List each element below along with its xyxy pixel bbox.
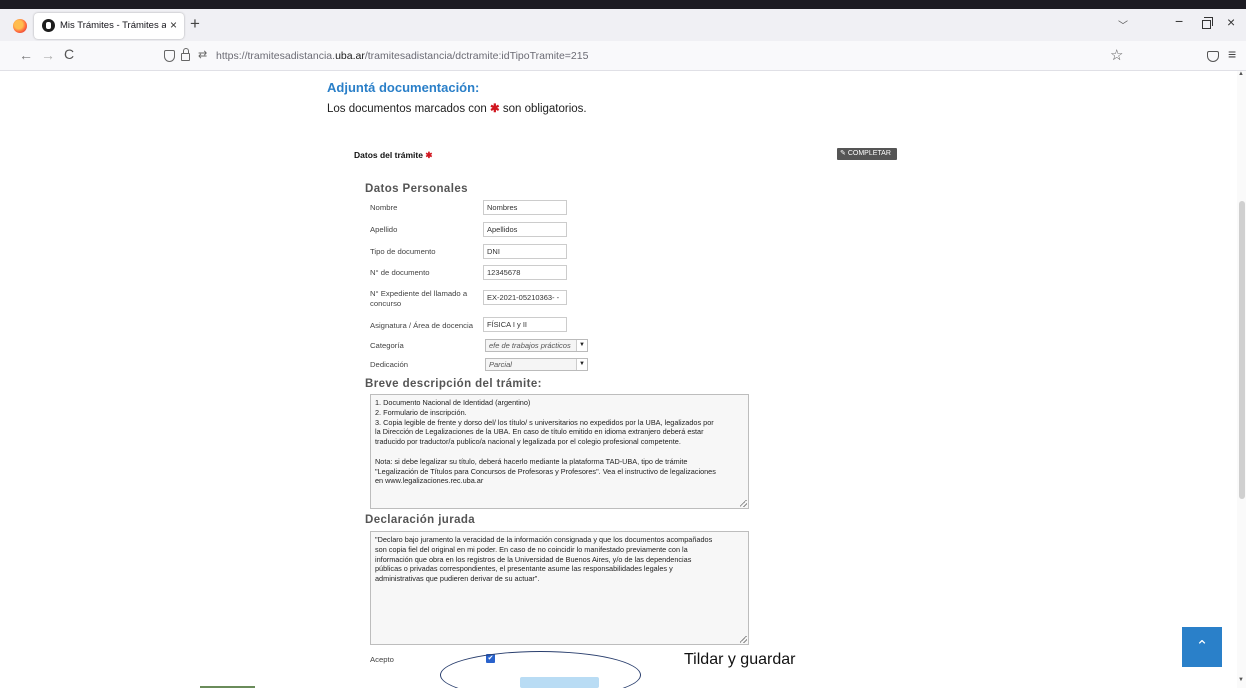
declaracion-line: administrativas que pudieren derivar de … <box>375 574 540 584</box>
restore-icon[interactable] <box>1202 17 1213 29</box>
nombre-field[interactable]: Nombres <box>483 200 567 215</box>
window-top-strip <box>0 0 1246 9</box>
expediente-field[interactable]: EX-2021-05210363- - <box>483 290 567 305</box>
acepto-label: Acepto <box>370 655 394 664</box>
numero-documento-field[interactable]: 12345678 <box>483 265 567 280</box>
completar-button[interactable]: ✎ COMPLETAR <box>837 148 897 160</box>
resize-grip-icon[interactable] <box>740 500 747 507</box>
nombre-label: Nombre <box>370 203 398 212</box>
tab-bar: Mis Trámites - Trámites a Distan × + ﹀ −… <box>0 9 1246 41</box>
url-path: /tramitesadistancia/dctramite:idTipoTram… <box>364 50 589 62</box>
dedicacion-value: Parcial <box>489 360 512 369</box>
datos-personales-title: Datos Personales <box>365 183 468 195</box>
expediente-label: N° Expediente del llamado a concurso <box>370 289 468 308</box>
annotation-text: Tildar y guardar <box>684 651 796 668</box>
required-note: Los documentos marcados con ✱ son obliga… <box>327 101 587 115</box>
list-all-tabs-icon[interactable]: ﹀ <box>1118 17 1128 32</box>
app-menu-icon[interactable]: ≡ <box>1228 46 1236 62</box>
dedicacion-select[interactable]: Parcial ▼ <box>485 358 588 371</box>
descripcion-line: la Dirección de Legalizaciones de la UBA… <box>375 427 704 437</box>
declaracion-line: son copia fiel del original en mi poder.… <box>375 544 688 554</box>
descripcion-line: 1. Documento Nacional de Identidad (arge… <box>375 398 531 407</box>
tracking-protection-icon[interactable] <box>164 50 175 62</box>
navigation-bar: ← → C ⇄ https://tramitesadistancia.uba.a… <box>0 41 1246 71</box>
apellido-field[interactable]: Apellidos <box>483 222 567 237</box>
categoria-value: efe de trabajos prácticos <box>489 341 571 350</box>
apellido-label: Apellido <box>370 225 398 234</box>
reload-icon[interactable]: C <box>64 46 74 62</box>
required-note-prefix: Los documentos marcados con <box>327 103 487 115</box>
resize-grip-icon[interactable] <box>740 636 747 643</box>
tab-close-icon[interactable]: × <box>170 18 177 32</box>
descripcion-line: 3. Copia legible de frente y dorso del/ … <box>375 417 714 427</box>
tab-title: Mis Trámites - Trámites a Distan <box>60 20 166 31</box>
descripcion-line: Nota: si debe legalizar su título, deber… <box>375 456 688 466</box>
asignatura-label: Asignatura / Área de docencia <box>370 321 473 330</box>
dropdown-arrow-icon: ▼ <box>576 340 587 351</box>
url-bar[interactable]: https://tramitesadistancia.uba.ar/tramit… <box>216 50 588 62</box>
site-favicon-icon <box>42 19 55 32</box>
descripcion-line: "Legalización de Títulos para Concursos … <box>375 466 716 476</box>
scrollbar-thumb[interactable] <box>1239 201 1245 499</box>
bookmark-star-icon[interactable]: ☆ <box>1110 46 1123 64</box>
numero-documento-label: N° de documento <box>370 268 430 277</box>
datos-tramite-label: Datos del trámite ✱ <box>354 150 432 161</box>
tipo-documento-label: Tipo de documento <box>370 247 436 256</box>
categoria-select[interactable]: efe de trabajos prácticos ▼ <box>485 339 588 352</box>
new-tab-button[interactable]: + <box>190 15 200 33</box>
declaracion-line: públicas o privadas correspondientes, el… <box>375 564 673 574</box>
url-domain: uba.ar <box>335 50 365 62</box>
tab-mis-tramites[interactable]: Mis Trámites - Trámites a Distan × <box>34 13 184 39</box>
firefox-icon[interactable] <box>13 19 27 33</box>
asignatura-field[interactable]: FÍSICA I y II <box>483 317 567 332</box>
descripcion-title: Breve descripción del trámite: <box>365 378 542 390</box>
page-scrollbar[interactable]: ▲ ▼ <box>1237 71 1246 688</box>
descripcion-line: traducido por traductor/a publico/a naci… <box>375 437 681 447</box>
scroll-down-arrow-icon[interactable]: ▼ <box>1238 677 1244 683</box>
pencil-icon: ✎ <box>840 150 846 157</box>
page-title: Adjuntá documentación: <box>327 80 480 95</box>
dedicacion-label: Dedicación <box>370 360 409 369</box>
datos-tramite-text: Datos del trámite <box>354 150 423 160</box>
url-prefix: https://tramitesadistancia. <box>216 50 336 62</box>
scroll-up-arrow-icon[interactable]: ▲ <box>1238 71 1244 77</box>
descripcion-line <box>375 447 744 457</box>
completar-label: COMPLETAR <box>847 150 891 157</box>
declaracion-line: "Declaro bajo juramento la veracidad de … <box>375 535 713 544</box>
categoria-label: Categoría <box>370 341 404 350</box>
required-asterisk-icon: ✱ <box>490 103 500 115</box>
back-icon[interactable]: ← <box>19 47 33 63</box>
close-window-icon[interactable]: × <box>1227 14 1235 30</box>
tipo-documento-field[interactable]: DNI <box>483 244 567 259</box>
declaracion-line: información que obra en los registros de… <box>375 554 692 564</box>
permissions-icon[interactable]: ⇄ <box>198 48 207 61</box>
minimize-icon[interactable]: − <box>1175 13 1183 29</box>
descripcion-line: 2. Formulario de inscripción. <box>375 407 467 417</box>
descripcion-textarea[interactable]: 1. Documento Nacional de Identidad (arge… <box>370 394 749 509</box>
dropdown-arrow-icon: ▼ <box>576 359 587 370</box>
lock-icon[interactable] <box>181 48 190 61</box>
declaracion-title: Declaración jurada <box>365 514 476 526</box>
required-asterisk-icon: ✱ <box>425 150 433 160</box>
declaracion-textarea[interactable]: "Declaro bajo juramento la veracidad de … <box>370 531 749 645</box>
forward-icon[interactable]: → <box>41 47 55 63</box>
required-note-suffix: son obligatorios. <box>502 103 587 115</box>
scroll-to-top-button[interactable]: ⌃ <box>1182 627 1222 667</box>
descripcion-line: en www.legalizaciones.rec.uba.ar <box>375 476 484 486</box>
pocket-icon[interactable] <box>1207 51 1219 62</box>
